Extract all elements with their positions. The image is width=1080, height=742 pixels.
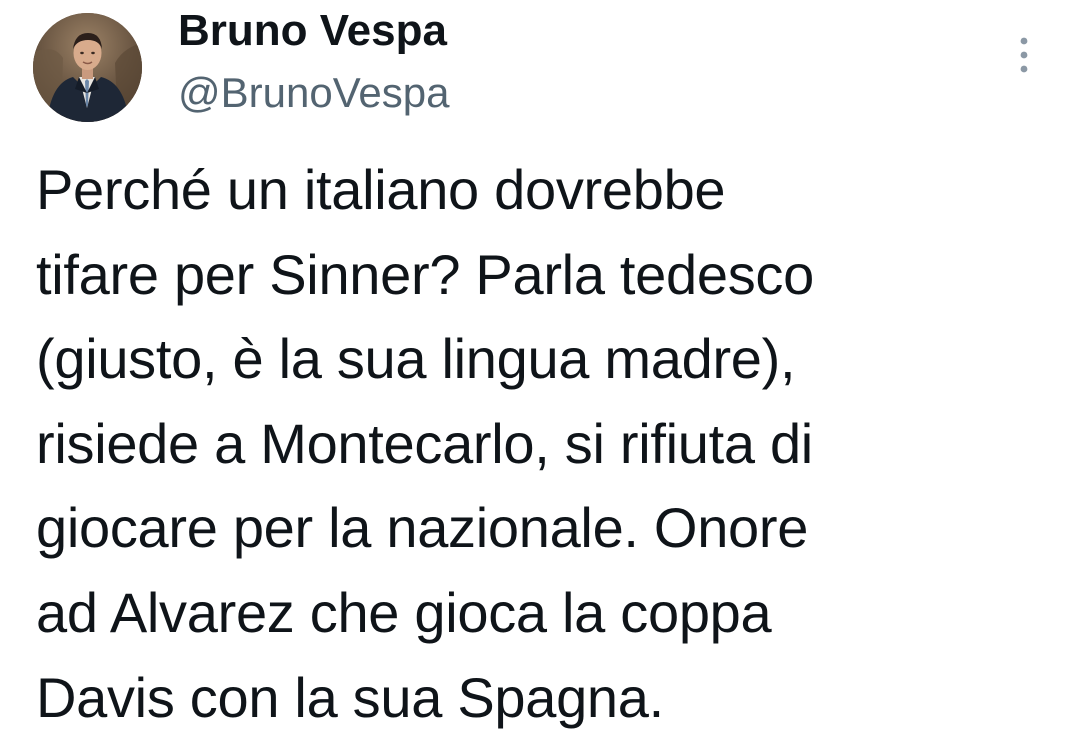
tweet-card: Bruno Vespa @BrunoVespa Perché un italia… bbox=[0, 0, 1080, 742]
tweet-text-line: tifare per Sinner? Parla tedesco bbox=[36, 242, 814, 306]
tweet-text-line: risiede a Montecarlo, si rifiuta di bbox=[36, 411, 813, 475]
tweet-text-line: (giusto, è la sua lingua madre), bbox=[36, 327, 796, 391]
tweet-text-line: Davis con la sua Spagna. bbox=[36, 665, 664, 729]
tweet-text: Perché un italiano dovrebbe tifare per S… bbox=[36, 148, 1046, 740]
author-display-name[interactable]: Bruno Vespa bbox=[178, 2, 447, 60]
tweet-text-line: giocare per la nazionale. Onore bbox=[36, 496, 809, 560]
tweet-text-line: ad Alvarez che gioca la coppa bbox=[36, 580, 772, 644]
more-options-button[interactable] bbox=[1006, 30, 1042, 80]
tweet-text-line: Perché un italiano dovrebbe bbox=[36, 158, 726, 221]
author-handle[interactable]: @BrunoVespa bbox=[178, 65, 449, 121]
author-avatar[interactable] bbox=[33, 13, 142, 122]
more-vertical-icon bbox=[1020, 37, 1028, 73]
profile-photo-icon bbox=[33, 13, 142, 122]
